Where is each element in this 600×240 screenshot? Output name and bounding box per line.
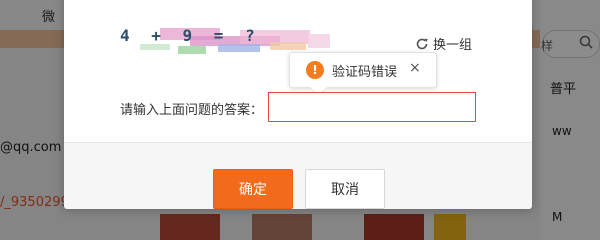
refresh-captcha-button[interactable]: 换一组 <box>415 34 472 53</box>
cancel-button[interactable]: 取消 <box>305 169 385 209</box>
dialog-footer <box>64 142 532 209</box>
captcha-question: 4 + 9 = ? <box>120 26 261 45</box>
close-icon[interactable]: × <box>409 60 421 76</box>
warning-icon: ! <box>306 61 324 79</box>
error-tooltip: ! 验证码错误 × <box>289 52 437 97</box>
error-message: 验证码错误 <box>332 65 398 80</box>
refresh-captcha-label: 换一组 <box>433 38 473 53</box>
refresh-icon <box>416 38 428 49</box>
answer-input[interactable] <box>268 92 476 122</box>
confirm-button[interactable]: 确定 <box>213 169 293 209</box>
answer-label: 请输入上面问题的答案： <box>120 103 264 118</box>
